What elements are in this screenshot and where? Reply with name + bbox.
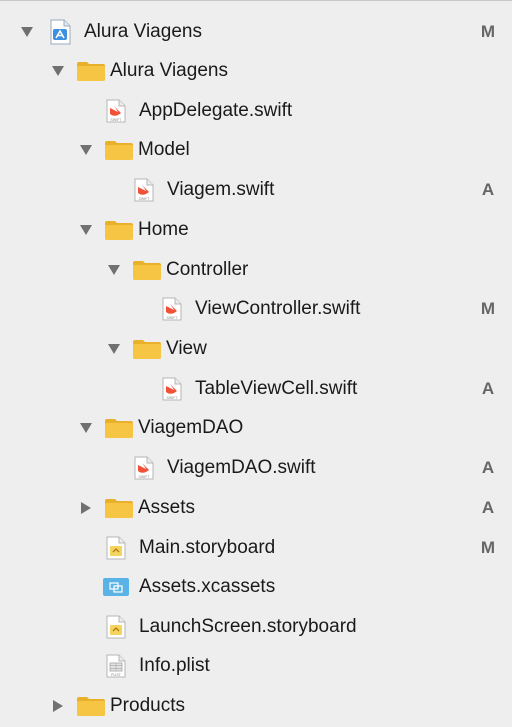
project-navigator: Alura Viagens M Alura Viagens SWIFT AppD…: [0, 0, 512, 727]
tree-row-viagemdao-swift[interactable]: SWIFT ViagemDAO.swift A: [0, 448, 512, 488]
tree-item-label: Info.plist: [139, 655, 210, 676]
disclosure-triangle-expanded-icon[interactable]: [19, 24, 35, 40]
folder-icon: [133, 261, 161, 280]
tree-item-label: Assets.xcassets: [139, 576, 276, 597]
tree-row-group-alura-viagens[interactable]: Alura Viagens: [0, 51, 512, 91]
tree-item-label: Controller: [166, 259, 249, 280]
disclosure-triangle-expanded-icon[interactable]: [50, 63, 66, 79]
source-control-status-badge: A: [481, 498, 495, 517]
storyboard-file-icon: [106, 615, 126, 639]
storyboard-file-icon: [106, 536, 126, 560]
tree-row-group-viagemdao[interactable]: ViagemDAO: [0, 408, 512, 448]
folder-icon: [77, 697, 105, 716]
disclosure-triangle-expanded-icon[interactable]: [78, 222, 94, 238]
folder-icon: [77, 62, 105, 81]
tree-item-label: Model: [138, 139, 190, 160]
tree-row-project[interactable]: Alura Viagens M: [0, 12, 512, 52]
asset-catalog-icon: [103, 578, 129, 596]
svg-text:SWIFT: SWIFT: [111, 118, 123, 122]
folder-icon: [105, 499, 133, 518]
tree-item-label: TableViewCell.swift: [195, 378, 358, 399]
tree-item-label: Home: [138, 219, 189, 240]
folder-icon: [105, 419, 133, 438]
tree-row-group-assets[interactable]: Assets A: [0, 488, 512, 528]
swift-file-icon: SWIFT: [162, 377, 182, 401]
tree-row-group-controller[interactable]: Controller: [0, 250, 512, 290]
tree-item-label: View: [166, 338, 207, 359]
tree-row-group-home[interactable]: Home: [0, 210, 512, 250]
xcode-project-icon: [50, 19, 71, 45]
tree-row-launchscreen-storyboard[interactable]: LaunchScreen.storyboard: [0, 607, 512, 647]
tree-item-label: Products: [110, 695, 185, 716]
tree-row-group-products[interactable]: Products: [0, 686, 512, 726]
disclosure-triangle-collapsed-icon[interactable]: [78, 500, 94, 516]
disclosure-triangle-expanded-icon[interactable]: [78, 142, 94, 158]
disclosure-triangle-expanded-icon[interactable]: [78, 420, 94, 436]
tree-item-label: ViagemDAO.swift: [167, 457, 316, 478]
swift-file-icon: SWIFT: [134, 178, 154, 202]
svg-text:SWIFT: SWIFT: [167, 316, 179, 320]
tree-row-group-model[interactable]: Model: [0, 130, 512, 170]
swift-file-icon: SWIFT: [106, 99, 126, 123]
source-control-status-badge: M: [480, 538, 496, 557]
tree-row-viewcontroller-swift[interactable]: SWIFT ViewController.swift M: [0, 289, 512, 329]
disclosure-triangle-collapsed-icon[interactable]: [50, 698, 66, 714]
tree-item-label: LaunchScreen.storyboard: [139, 616, 357, 637]
disclosure-triangle-expanded-icon[interactable]: [106, 341, 122, 357]
source-control-status-badge: M: [480, 22, 496, 41]
source-control-status-badge: M: [480, 299, 496, 318]
svg-text:SWIFT: SWIFT: [167, 396, 179, 400]
folder-icon: [133, 340, 161, 359]
svg-text:SWIFT: SWIFT: [139, 475, 151, 479]
tree-row-appdelegate-swift[interactable]: SWIFT AppDelegate.swift: [0, 91, 512, 131]
tree-item-label: Viagem.swift: [167, 179, 275, 200]
tree-item-label: Assets: [138, 497, 196, 518]
tree-row-info-plist[interactable]: PLIST Info.plist: [0, 646, 512, 686]
folder-icon: [105, 221, 133, 240]
tree-row-assets-xcassets[interactable]: Assets.xcassets: [0, 567, 512, 607]
tree-row-group-view[interactable]: View: [0, 329, 512, 369]
source-control-status-badge: A: [481, 180, 495, 199]
tree-item-label: AppDelegate.swift: [139, 100, 293, 121]
tree-item-label: ViagemDAO: [138, 417, 244, 438]
folder-icon: [105, 141, 133, 160]
tree-item-label: Main.storyboard: [139, 537, 276, 558]
tree-item-label: ViewController.swift: [195, 298, 361, 319]
tree-item-label: Alura Viagens: [110, 60, 228, 81]
disclosure-triangle-expanded-icon[interactable]: [106, 262, 122, 278]
tree-row-tableviewcell-swift[interactable]: SWIFT TableViewCell.swift A: [0, 369, 512, 409]
source-control-status-badge: A: [481, 458, 495, 477]
swift-file-icon: SWIFT: [134, 456, 154, 480]
tree-item-label: Alura Viagens: [84, 21, 202, 42]
svg-text:SWIFT: SWIFT: [139, 197, 151, 201]
tree-row-viagem-swift[interactable]: SWIFT Viagem.swift A: [0, 170, 512, 210]
source-control-status-badge: A: [481, 379, 495, 398]
swift-file-icon: SWIFT: [162, 297, 182, 321]
svg-text:PLIST: PLIST: [111, 673, 122, 677]
plist-file-icon: PLIST: [106, 654, 126, 678]
tree-row-main-storyboard[interactable]: Main.storyboard M: [0, 528, 512, 568]
